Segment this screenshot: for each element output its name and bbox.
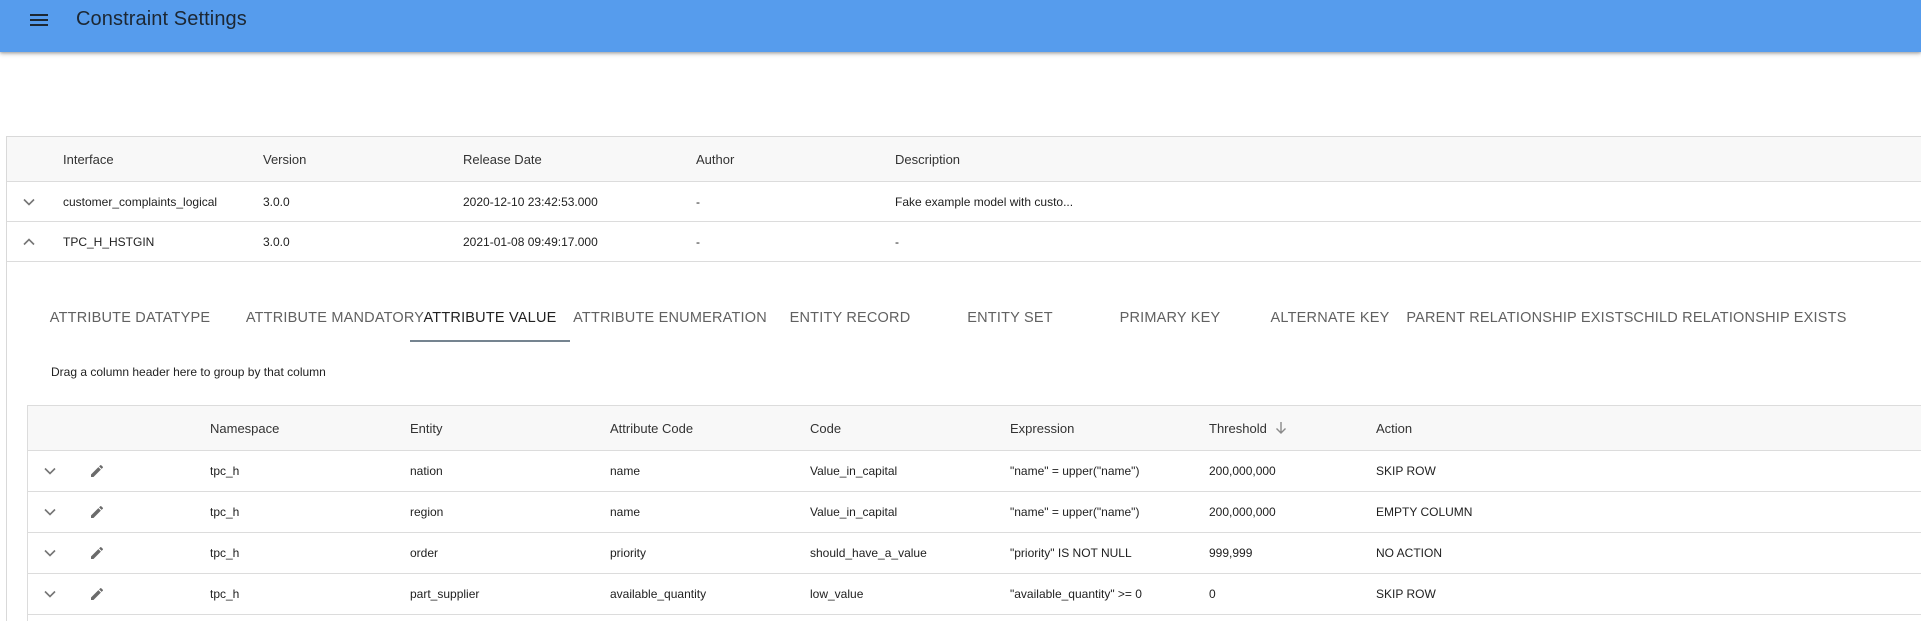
interface-description: Fake example model with custo... — [895, 194, 1074, 209]
interface-description: - — [895, 234, 899, 249]
cell-action: SKIP ROW — [1376, 587, 1436, 601]
interface-release-date: 2020-12-10 23:42:53.000 — [463, 194, 598, 209]
cell-code: Value_in_capital — [810, 464, 898, 478]
column-header-release-date[interactable]: Release Date — [463, 137, 542, 181]
cell-code: Value_in_capital — [810, 505, 898, 519]
cell-namespace: tpc_h — [210, 464, 240, 478]
tab-parent-relationship-exists[interactable]: PARENT RELATIONSHIP EXISTS — [1406, 295, 1633, 341]
interfaces-header-row: Interface Version Release Date Author De… — [7, 137, 1921, 182]
app-bar: Constraint Settings — [0, 0, 1921, 52]
cell-entity: nation — [410, 464, 443, 478]
constraint-tabs: ATTRIBUTE DATATYPE ATTRIBUTE MANDATORY A… — [26, 295, 1921, 342]
tab-attribute-value[interactable]: ATTRIBUTE VALUE — [410, 295, 570, 342]
cell-action: SKIP ROW — [1376, 464, 1436, 478]
column-header-namespace[interactable]: Namespace — [210, 406, 279, 450]
column-header-expression[interactable]: Expression — [1010, 406, 1074, 450]
cell-threshold: 999,999 — [1209, 546, 1253, 560]
cell-expression: "name" = upper("name") — [1010, 505, 1140, 519]
column-header-author[interactable]: Author — [696, 137, 734, 181]
tab-entity-set[interactable]: ENTITY SET — [930, 295, 1090, 341]
cell-attribute-code: name — [610, 505, 641, 519]
tab-attribute-mandatory[interactable]: ATTRIBUTE MANDATORY — [234, 295, 436, 341]
table-row[interactable]: tpc_h order priority should_have_a_value… — [28, 533, 1921, 574]
cell-threshold: 0 — [1209, 587, 1216, 601]
table-row[interactable]: TPC_H_HSTGIN 3.0.0 2021-01-08 09:49:17.0… — [7, 222, 1921, 262]
menu-icon[interactable] — [28, 11, 50, 29]
column-header-entity[interactable]: Entity — [410, 406, 443, 450]
table-row[interactable]: customer_complaints_logical 3.0.0 2020-1… — [7, 182, 1921, 222]
cell-entity: region — [410, 505, 444, 519]
pencil-icon[interactable] — [86, 492, 108, 532]
cell-entity: order — [410, 546, 439, 560]
column-header-attribute-code[interactable]: Attribute Code — [610, 406, 693, 450]
column-header-threshold-label: Threshold — [1209, 420, 1267, 436]
column-header-code[interactable]: Code — [810, 406, 841, 450]
column-header-action[interactable]: Action — [1376, 406, 1412, 450]
tab-attribute-datatype[interactable]: ATTRIBUTE DATATYPE — [26, 295, 234, 341]
interface-author: - — [696, 234, 700, 249]
interface-version: 3.0.0 — [263, 234, 290, 249]
cell-namespace: tpc_h — [210, 546, 240, 560]
chevron-down-icon[interactable] — [40, 451, 60, 491]
cell-namespace: tpc_h — [210, 505, 240, 519]
cell-attribute-code: name — [610, 464, 641, 478]
tab-child-relationship-exists[interactable]: CHILD RELATIONSHIP EXISTS — [1630, 295, 1850, 341]
cell-expression: "available_quantity" >= 0 — [1010, 587, 1142, 601]
grid-header-row: Namespace Entity Attribute Code Code Exp… — [28, 406, 1921, 451]
arrow-down-icon[interactable] — [1275, 421, 1287, 435]
cell-attribute-code: available_quantity — [610, 587, 707, 601]
column-header-threshold[interactable]: Threshold — [1209, 406, 1287, 450]
table-row[interactable]: tpc_h region name Value_in_capital "name… — [28, 492, 1921, 533]
interface-version: 3.0.0 — [263, 194, 290, 209]
cell-expression: "name" = upper("name") — [1010, 464, 1140, 478]
column-header-description[interactable]: Description — [895, 137, 960, 181]
table-row[interactable]: tpc_h part_supplier available_quantity l… — [28, 574, 1921, 615]
group-by-drop-zone[interactable]: Drag a column header here to group by th… — [51, 365, 326, 379]
cell-namespace: tpc_h — [210, 587, 240, 601]
interface-author: - — [696, 194, 700, 209]
pencil-icon[interactable] — [86, 533, 108, 573]
interface-name: TPC_H_HSTGIN — [63, 234, 155, 249]
chevron-down-icon[interactable] — [40, 574, 60, 614]
tab-attribute-enumeration[interactable]: ATTRIBUTE ENUMERATION — [570, 295, 770, 341]
tab-alternate-key[interactable]: ALTERNATE KEY — [1250, 295, 1410, 341]
cell-action: EMPTY COLUMN — [1376, 505, 1473, 519]
table-row[interactable]: tpc_h nation name Value_in_capital "name… — [28, 451, 1921, 492]
cell-attribute-code: priority — [610, 546, 647, 560]
interface-name: customer_complaints_logical — [63, 194, 218, 209]
cell-expression: "priority" IS NOT NULL — [1010, 546, 1132, 560]
chevron-up-icon[interactable] — [19, 222, 39, 261]
chevron-down-icon[interactable] — [19, 182, 39, 221]
page-title: Constraint Settings — [76, 8, 247, 30]
tab-primary-key[interactable]: PRIMARY KEY — [1090, 295, 1250, 341]
column-header-interface[interactable]: Interface — [63, 137, 114, 181]
cell-code: low_value — [810, 587, 864, 601]
chevron-down-icon[interactable] — [40, 533, 60, 573]
cell-action: NO ACTION — [1376, 546, 1443, 560]
pencil-icon[interactable] — [86, 451, 108, 491]
column-header-version[interactable]: Version — [263, 137, 306, 181]
interface-release-date: 2021-01-08 09:49:17.000 — [463, 234, 598, 249]
cell-threshold: 200,000,000 — [1209, 464, 1276, 478]
constraints-grid: Namespace Entity Attribute Code Code Exp… — [27, 405, 1921, 621]
chevron-down-icon[interactable] — [40, 492, 60, 532]
cell-entity: part_supplier — [410, 587, 480, 601]
cell-threshold: 200,000,000 — [1209, 505, 1276, 519]
tab-entity-record[interactable]: ENTITY RECORD — [770, 295, 930, 341]
pencil-icon[interactable] — [86, 574, 108, 614]
cell-code: should_have_a_value — [810, 546, 927, 560]
